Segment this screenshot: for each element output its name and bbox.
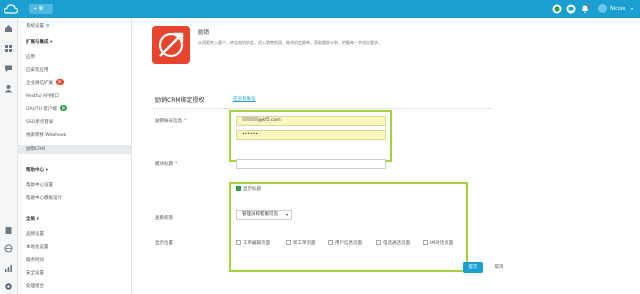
top-bar: + 新 Nicole ▾ [0,0,640,18]
new-badge: 新 [56,79,64,85]
new-button[interactable]: + 新 [29,4,53,14]
display-pos-user-info[interactable]: 用户信息页面 [328,240,362,246]
account-label: 励销帐号信息 * [155,119,187,124]
display-pos-im-chat[interactable]: IM对话页面 [423,240,453,246]
doc-icon[interactable] [4,226,13,235]
home-icon[interactable] [4,24,13,33]
view-permission-select[interactable]: 管理员和客服可见 ▾ [236,210,292,220]
sidebar-item-webhook[interactable]: 线索转移 Webhook [26,131,66,140]
app-title: 励销 [198,30,210,36]
gear-icon: ⚙ [45,24,50,29]
title-label: 模块标题 * [155,162,178,167]
sidebar-system-settings[interactable]: 系统设置 ⚙ [26,22,49,31]
cloud-logo-icon[interactable] [4,3,18,15]
divider [152,108,492,109]
message-icon[interactable] [566,4,576,14]
sidebar-section-global[interactable]: 全局 ▾ [26,215,39,224]
sidebar-item-handling[interactable]: 处理组合 [26,282,44,291]
checkbox-icon[interactable] [376,240,381,245]
chevron-down-icon: ▾ [36,217,39,222]
grid-icon[interactable] [4,44,13,53]
sidebar-item-installed-apps[interactable]: 已安装应用 [26,66,49,75]
user-name[interactable]: Nicole [610,4,625,14]
chart-icon[interactable] [4,264,13,273]
sidebar-item-security[interactable]: 安全设置 [26,269,44,278]
display-position-label: 显示位置 [155,241,173,246]
checkbox-icon[interactable] [423,240,428,245]
checkbox-icon[interactable] [328,240,333,245]
bell-icon[interactable] [580,4,590,14]
globe-icon[interactable] [4,244,13,253]
user-icon[interactable] [4,84,13,93]
sidebar-section-help[interactable]: 帮助中心 ▾ [26,166,48,175]
chevron-down-icon: ▾ [45,168,48,173]
checkbox-icon[interactable] [286,240,291,245]
icon-rail [0,18,18,294]
module-title-input[interactable] [236,159,386,169]
sidebar-item-restful-api[interactable]: Restful API接口 [26,92,59,101]
chevron-down-icon: ▾ [285,212,288,217]
avatar[interactable] [598,4,607,13]
sidebar-item-localization[interactable]: 本地化设置 [26,243,49,252]
checkbox-icon[interactable] [236,240,241,245]
chevron-down-icon: ▾ [50,40,53,45]
chat-icon[interactable] [4,64,13,73]
sidebar-item-apps[interactable]: 应用 [26,53,35,62]
register-account-link[interactable]: 还没有账号 [233,96,256,102]
display-pos-new-ticket[interactable]: 新工单页面 [286,240,316,246]
submit-button[interactable]: 提交 [463,262,483,273]
chevron-down-icon[interactable]: ▾ [631,4,633,14]
display-pos-phone-call[interactable]: 电话通话页面 [376,240,410,246]
show-title-checkbox[interactable]: 显示标题 [236,186,261,192]
highlight-box [229,182,468,272]
sidebar-section-extensions[interactable]: 扩展与集成 ▾ [26,38,52,47]
sidebar-item-service-hours[interactable]: 服务时间 [26,256,44,265]
sidebar-item-brand[interactable]: 品牌设置 [26,230,44,239]
sidebar-item-help-template[interactable]: 帮助中心模板设计 [26,194,62,203]
section-title: 励销CRM绑定授权 [155,97,205,104]
account-input[interactable]: @kf5.com [236,116,386,126]
checkbox-checked-icon[interactable] [236,186,241,191]
settings-icon[interactable] [4,282,13,291]
sidebar-item-sso[interactable]: SSO单点登录 [26,118,53,127]
display-pos-ticket-edit[interactable]: 工单编辑页面 [236,240,270,246]
cancel-button[interactable]: 取消 [489,262,509,273]
lixiao-logo-icon [152,26,190,64]
view-permission-label: 查看权限 [155,216,173,221]
app-description: 从线索转入客户，转化商机机会，进入销售阶段，推进机会跟单，获取跟踪计划，把握每一… [198,40,382,45]
sidebar-item-help-settings[interactable]: 帮助中心设置 [26,181,53,190]
main-content: 励销 从线索转入客户，转化商机机会，进入销售阶段，推进机会跟单，获取跟踪计划，把… [132,18,640,294]
sidebar-item-lixiao-crm[interactable]: 励销CRM [18,145,131,154]
settings-sidebar: 系统设置 ⚙ 扩展与集成 ▾ 应用 已安装应用 企业微信扩展新 Restful … [18,18,132,294]
password-input[interactable]: •••••• [236,130,386,140]
new-badge: 新 [59,105,68,111]
sidebar-item-oauth[interactable]: OAUTH 客户端新 [26,105,68,114]
chat-status-icon[interactable] [552,4,562,14]
sidebar-item-wechat-extension[interactable]: 企业微信扩展新 [26,79,64,88]
